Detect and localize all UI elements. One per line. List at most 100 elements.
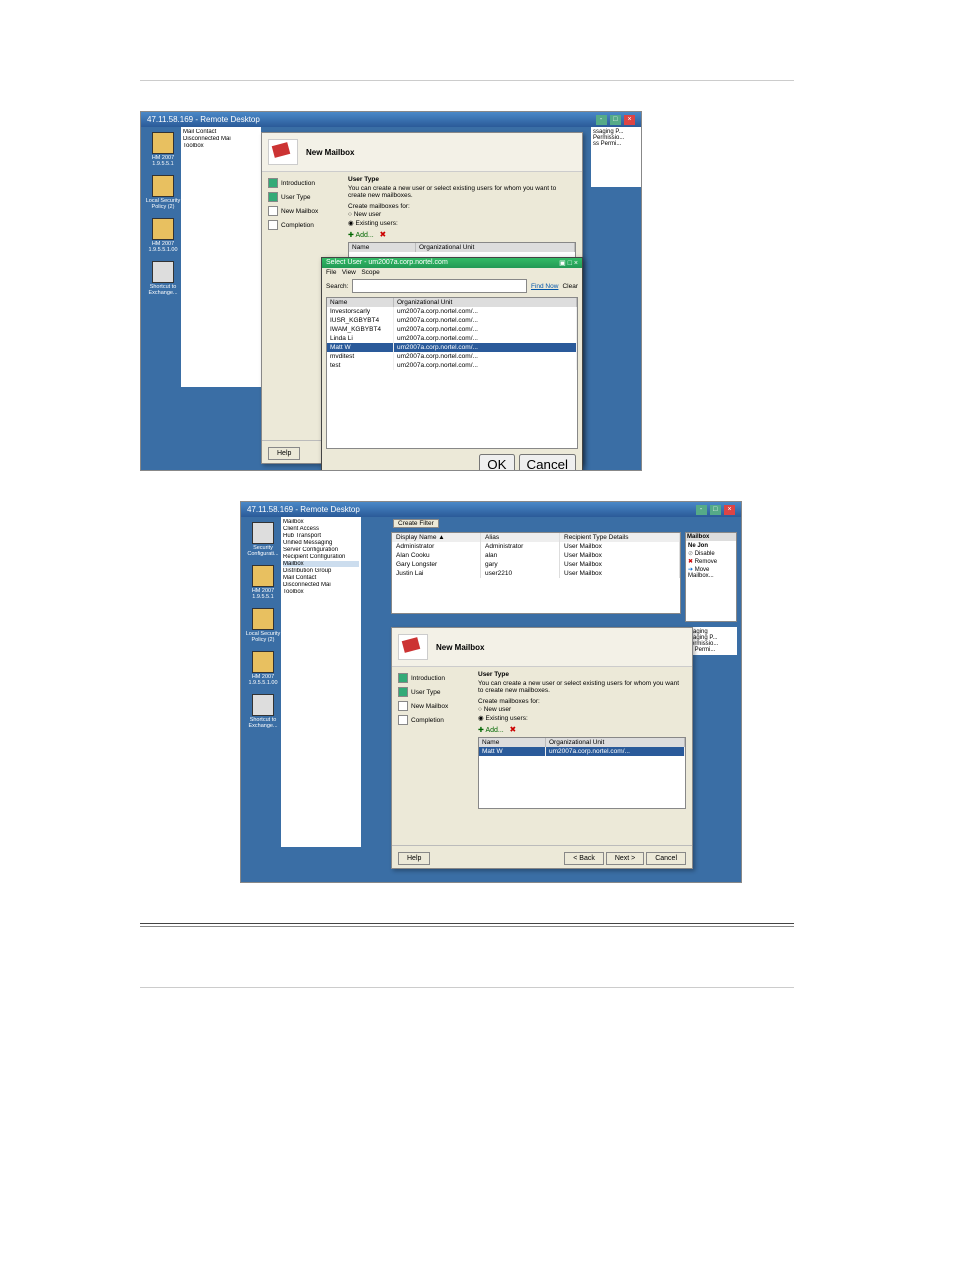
wizard-footer: Help < Back Next > Cancel bbox=[392, 845, 692, 870]
desktop-icon[interactable]: Local Security Policy (2) bbox=[244, 608, 282, 643]
clear-link[interactable]: Clear bbox=[562, 283, 578, 290]
desktop-icon[interactable]: Shortcut to Exchange... bbox=[244, 694, 282, 729]
desktop-icons: Security Configurati... HM 2007 1.9.5.5.… bbox=[244, 522, 282, 737]
step-completion[interactable]: Completion bbox=[268, 220, 336, 230]
maximize-icon[interactable]: □ bbox=[710, 505, 721, 515]
wizard-title: New Mailbox bbox=[436, 643, 484, 652]
step-user-type[interactable]: User Type bbox=[268, 192, 336, 202]
mailbox-grid: Display Name ▲ Alias Recipient Type Deta… bbox=[391, 532, 681, 614]
desktop-area: HM 2007 1.9.5.5.1 Local Security Policy … bbox=[141, 127, 641, 470]
maximize-icon[interactable]: □ bbox=[610, 115, 621, 125]
tree-node[interactable]: Mailbox bbox=[283, 519, 359, 525]
tree-node[interactable]: Recipient Configuration bbox=[283, 554, 359, 560]
radio-new-user[interactable]: New user bbox=[478, 706, 686, 713]
step-introduction[interactable]: Introduction bbox=[268, 178, 336, 188]
create-filter-button[interactable]: Create Filter bbox=[393, 519, 439, 528]
radio-existing-users[interactable]: Existing users: bbox=[478, 714, 686, 722]
close-icon[interactable]: × bbox=[624, 115, 635, 125]
col-ou[interactable]: Organizational Unit bbox=[546, 738, 685, 747]
action-disable[interactable]: ⊘ Disable bbox=[688, 550, 734, 557]
desktop-icon[interactable]: HM 2007 1.9.5.5.1.00 bbox=[144, 218, 182, 253]
desktop-icon[interactable]: HM 2007 1.9.5.5.1.00 bbox=[244, 651, 282, 686]
radio-existing-users[interactable]: Existing users: bbox=[348, 219, 576, 227]
action-move[interactable]: ➔ Move Mailbox... bbox=[688, 566, 734, 579]
table-row[interactable]: Gary LongstergaryUser Mailbox bbox=[392, 560, 680, 569]
help-button[interactable]: Help bbox=[268, 447, 300, 460]
tree-node[interactable]: Toolbox bbox=[283, 589, 359, 595]
window-controls[interactable]: - □ × bbox=[595, 114, 635, 125]
user-results-grid: Name Organizational Unit Investorscarlyu… bbox=[326, 297, 578, 449]
table-row[interactable]: Matt Wum2007a.corp.nortel.com/... bbox=[327, 343, 577, 352]
window-controls[interactable]: - □ × bbox=[695, 504, 735, 515]
desktop-icon[interactable]: HM 2007 1.9.5.5.1 bbox=[144, 132, 182, 167]
menu-scope[interactable]: Scope bbox=[361, 269, 379, 276]
tree-node[interactable]: Disconnected Mai bbox=[183, 136, 259, 142]
desktop-icon[interactable]: Security Configurati... bbox=[244, 522, 282, 557]
tree-node[interactable]: Disconnected Mai bbox=[283, 582, 359, 588]
desktop-icon[interactable]: HM 2007 1.9.5.5.1 bbox=[244, 565, 282, 600]
table-row[interactable]: IUSR_KGBYBT4um2007a.corp.nortel.com/... bbox=[327, 316, 577, 325]
back-button[interactable]: < Back bbox=[564, 852, 604, 865]
tree-node[interactable]: Toolbox bbox=[183, 143, 259, 149]
table-row[interactable]: Justin Laiuser2210User Mailbox bbox=[392, 569, 680, 578]
dialog-title: Select User - um2007a.corp.nortel.com bbox=[326, 259, 448, 267]
table-row[interactable]: AdministratorAdministratorUser Mailbox bbox=[392, 542, 680, 551]
col-name[interactable]: Name bbox=[327, 298, 394, 307]
add-button[interactable]: ✚ Add... bbox=[348, 231, 374, 239]
close-icon[interactable]: × bbox=[724, 505, 735, 515]
menu-file[interactable]: File bbox=[326, 269, 336, 276]
minimize-icon[interactable]: - bbox=[696, 505, 707, 515]
search-input[interactable] bbox=[352, 279, 527, 293]
step-user-type[interactable]: User Type bbox=[398, 687, 466, 697]
col-ou[interactable]: Organizational Unit bbox=[394, 298, 577, 307]
tree-node[interactable]: Mail Contact bbox=[283, 575, 359, 581]
footer-rule bbox=[140, 987, 794, 988]
table-row[interactable]: Matt W um2007a.corp.nortel.com/... bbox=[479, 747, 685, 756]
radio-new-user[interactable]: New user bbox=[348, 211, 576, 218]
tree-node[interactable]: Client Access bbox=[283, 526, 359, 532]
tree-node[interactable]: Hub Transport bbox=[283, 533, 359, 539]
table-row[interactable]: Alan CookualanUser Mailbox bbox=[392, 551, 680, 560]
table-row[interactable]: mvditestum2007a.corp.nortel.com/... bbox=[327, 352, 577, 361]
col-recipient-type[interactable]: Recipient Type Details bbox=[560, 533, 680, 542]
col-ou[interactable]: Organizational Unit bbox=[416, 243, 575, 252]
add-button[interactable]: ✚ Add... bbox=[478, 726, 504, 734]
desktop-icon[interactable]: Shortcut to Exchange... bbox=[144, 261, 182, 296]
cancel-button[interactable]: Cancel bbox=[646, 852, 686, 865]
header-rule bbox=[140, 80, 794, 81]
step-new-mailbox[interactable]: New Mailbox bbox=[268, 206, 336, 216]
help-button[interactable]: Help bbox=[398, 852, 430, 865]
tree-node[interactable]: Mail Contact bbox=[183, 129, 259, 135]
document-page: 47.11.58.169 - Remote Desktop - □ × HM 2… bbox=[0, 0, 954, 1048]
tree-node[interactable]: Distribution Group bbox=[283, 568, 359, 574]
selected-users-grid: Name Organizational Unit Matt W um2007a.… bbox=[478, 737, 686, 809]
step-new-mailbox[interactable]: New Mailbox bbox=[398, 701, 466, 711]
col-display-name[interactable]: Display Name ▲ bbox=[392, 533, 481, 542]
section-description: You can create a new user or select exis… bbox=[348, 185, 576, 199]
table-row[interactable]: Linda Lium2007a.corp.nortel.com/... bbox=[327, 334, 577, 343]
wizard-header: New Mailbox bbox=[262, 133, 582, 172]
desktop-icon[interactable]: Local Security Policy (2) bbox=[144, 175, 182, 210]
table-row[interactable]: testum2007a.corp.nortel.com/... bbox=[327, 361, 577, 370]
find-now-link[interactable]: Find Now bbox=[531, 283, 558, 290]
panel-item[interactable]: ss Permi... bbox=[593, 141, 639, 147]
tree-node[interactable]: Mailbox bbox=[283, 561, 359, 567]
cancel-button[interactable]: Cancel bbox=[519, 454, 577, 470]
step-introduction[interactable]: Introduction bbox=[398, 673, 466, 683]
table-row[interactable]: Investorscarlyum2007a.corp.nortel.com/..… bbox=[327, 307, 577, 316]
remove-icon[interactable]: ✖ bbox=[510, 725, 517, 734]
col-name[interactable]: Name bbox=[479, 738, 546, 747]
minimize-icon[interactable]: - bbox=[596, 115, 607, 125]
menu-view[interactable]: View bbox=[342, 269, 356, 276]
ok-button[interactable]: OK bbox=[479, 454, 514, 470]
step-completion[interactable]: Completion bbox=[398, 715, 466, 725]
table-row[interactable]: IWAM_KGBYBT4um2007a.corp.nortel.com/... bbox=[327, 325, 577, 334]
remove-icon[interactable]: ✖ bbox=[380, 230, 387, 239]
action-remove[interactable]: ✖ Remove bbox=[688, 558, 734, 565]
col-alias[interactable]: Alias bbox=[481, 533, 560, 542]
tree-node[interactable]: Server Configuration bbox=[283, 547, 359, 553]
col-name[interactable]: Name bbox=[349, 243, 416, 252]
dialog-controls[interactable]: ▣ □ × bbox=[559, 259, 578, 267]
tree-node[interactable]: Unified Messaging bbox=[283, 540, 359, 546]
next-button[interactable]: Next > bbox=[606, 852, 644, 865]
